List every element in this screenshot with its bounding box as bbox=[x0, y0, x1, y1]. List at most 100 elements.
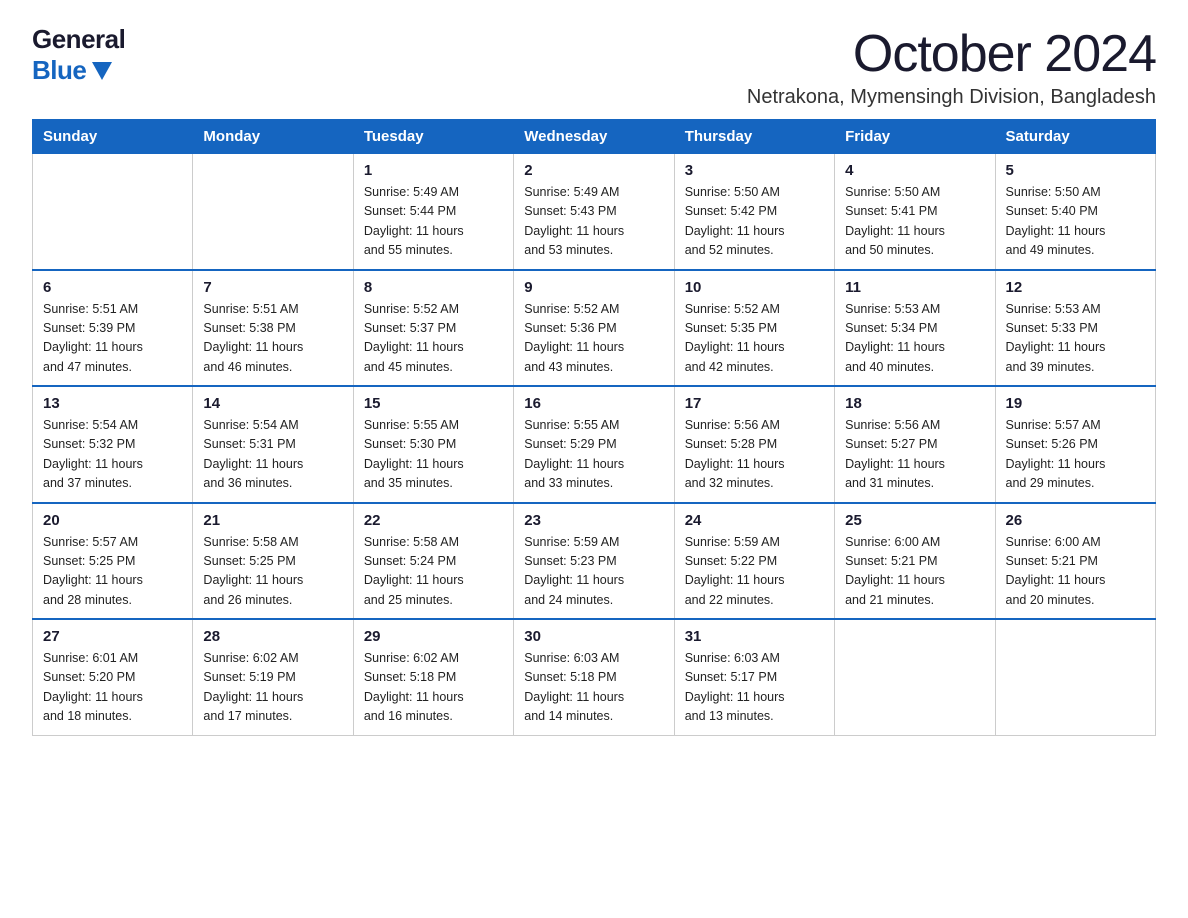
calendar-cell: 11 Sunrise: 5:53 AMSunset: 5:34 PMDayligh… bbox=[835, 270, 995, 387]
calendar-cell bbox=[835, 619, 995, 735]
day-number: 15 bbox=[364, 395, 503, 412]
day-number: 5 bbox=[1006, 162, 1145, 179]
day-number: 18 bbox=[845, 395, 984, 412]
day-info: Sunrise: 5:58 AMSunset: 5:25 PMDaylight:… bbox=[203, 533, 342, 611]
day-info: Sunrise: 6:02 AMSunset: 5:19 PMDaylight:… bbox=[203, 649, 342, 727]
day-info: Sunrise: 5:57 AMSunset: 5:25 PMDaylight:… bbox=[43, 533, 182, 611]
calendar-cell: 4Sunrise: 5:50 AMSunset: 5:41 PMDaylight… bbox=[835, 154, 995, 270]
day-number: 25 bbox=[845, 512, 984, 529]
day-number: 17 bbox=[685, 395, 824, 412]
day-info: Sunrise: 5:56 AMSunset: 5:28 PMDaylight:… bbox=[685, 416, 824, 494]
day-info: Sunrise: 5:54 AMSunset: 5:32 PMDaylight:… bbox=[43, 416, 182, 494]
day-number: 16 bbox=[524, 395, 663, 412]
day-number: 12 bbox=[1006, 279, 1145, 296]
weekday-header-thursday: Thursday bbox=[674, 120, 834, 154]
calendar-cell: 27 Sunrise: 6:01 AMSunset: 5:20 PMDayligh… bbox=[33, 619, 193, 735]
weekday-header-row: SundayMondayTuesdayWednesdayThursdayFrid… bbox=[33, 120, 1156, 154]
day-info: Sunrise: 5:54 AMSunset: 5:31 PMDaylight:… bbox=[203, 416, 342, 494]
day-info: Sunrise: 5:56 AMSunset: 5:27 PMDaylight:… bbox=[845, 416, 984, 494]
day-number: 27 bbox=[43, 628, 182, 645]
day-info: Sunrise: 5:53 AMSunset: 5:34 PMDaylight:… bbox=[845, 300, 984, 378]
week-row-2: 6 Sunrise: 5:51 AMSunset: 5:39 PMDaylight… bbox=[33, 270, 1156, 387]
weekday-header-wednesday: Wednesday bbox=[514, 120, 674, 154]
calendar-cell: 7Sunrise: 5:51 AMSunset: 5:38 PMDaylight… bbox=[193, 270, 353, 387]
calendar-cell: 8 Sunrise: 5:52 AMSunset: 5:37 PMDaylight… bbox=[353, 270, 513, 387]
day-number: 31 bbox=[685, 628, 824, 645]
day-info: Sunrise: 5:50 AMSunset: 5:40 PMDaylight:… bbox=[1006, 183, 1145, 261]
day-number: 6 bbox=[43, 279, 182, 296]
calendar-cell: 19 Sunrise: 5:57 AMSunset: 5:26 PMDayligh… bbox=[995, 386, 1155, 503]
calendar-cell: 14 Sunrise: 5:54 AMSunset: 5:31 PMDayligh… bbox=[193, 386, 353, 503]
calendar-cell: 17 Sunrise: 5:56 AMSunset: 5:28 PMDayligh… bbox=[674, 386, 834, 503]
day-info: Sunrise: 5:50 AMSunset: 5:42 PMDaylight:… bbox=[685, 183, 824, 261]
day-number: 19 bbox=[1006, 395, 1145, 412]
calendar-cell: 13 Sunrise: 5:54 AMSunset: 5:32 PMDayligh… bbox=[33, 386, 193, 503]
weekday-header-tuesday: Tuesday bbox=[353, 120, 513, 154]
page-header: General Blue October 2024 Netrakona, Mym… bbox=[32, 24, 1156, 109]
day-info: Sunrise: 5:52 AMSunset: 5:35 PMDaylight:… bbox=[685, 300, 824, 378]
day-number: 24 bbox=[685, 512, 824, 529]
title-block: October 2024 Netrakona, Mymensingh Divis… bbox=[747, 24, 1156, 109]
day-number: 8 bbox=[364, 279, 503, 296]
calendar-cell: 2Sunrise: 5:49 AMSunset: 5:43 PMDaylight… bbox=[514, 154, 674, 270]
month-title: October 2024 bbox=[747, 24, 1156, 84]
calendar-cell: 6 Sunrise: 5:51 AMSunset: 5:39 PMDaylight… bbox=[33, 270, 193, 387]
logo: General Blue bbox=[32, 24, 125, 86]
day-info: Sunrise: 5:59 AMSunset: 5:23 PMDaylight:… bbox=[524, 533, 663, 611]
day-number: 22 bbox=[364, 512, 503, 529]
day-number: 2 bbox=[524, 162, 663, 179]
calendar-cell: 30Sunrise: 6:03 AMSunset: 5:18 PMDayligh… bbox=[514, 619, 674, 735]
logo-blue-text: Blue bbox=[32, 55, 125, 86]
calendar-cell: 23Sunrise: 5:59 AMSunset: 5:23 PMDayligh… bbox=[514, 503, 674, 620]
day-number: 13 bbox=[43, 395, 182, 412]
day-info: Sunrise: 5:49 AMSunset: 5:44 PMDaylight:… bbox=[364, 183, 503, 261]
calendar-cell: 5 Sunrise: 5:50 AMSunset: 5:40 PMDaylight… bbox=[995, 154, 1155, 270]
calendar-cell: 12 Sunrise: 5:53 AMSunset: 5:33 PMDayligh… bbox=[995, 270, 1155, 387]
day-number: 11 bbox=[845, 279, 984, 296]
day-info: Sunrise: 5:52 AMSunset: 5:37 PMDaylight:… bbox=[364, 300, 503, 378]
day-info: Sunrise: 6:03 AMSunset: 5:17 PMDaylight:… bbox=[685, 649, 824, 727]
day-info: Sunrise: 5:57 AMSunset: 5:26 PMDaylight:… bbox=[1006, 416, 1145, 494]
calendar-cell: 1 Sunrise: 5:49 AMSunset: 5:44 PMDaylight… bbox=[353, 154, 513, 270]
calendar-cell: 28 Sunrise: 6:02 AMSunset: 5:19 PMDayligh… bbox=[193, 619, 353, 735]
day-number: 26 bbox=[1006, 512, 1145, 529]
day-info: Sunrise: 6:03 AMSunset: 5:18 PMDaylight:… bbox=[524, 649, 663, 727]
day-info: Sunrise: 5:53 AMSunset: 5:33 PMDaylight:… bbox=[1006, 300, 1145, 378]
calendar-cell: 3 Sunrise: 5:50 AMSunset: 5:42 PMDaylight… bbox=[674, 154, 834, 270]
week-row-5: 27 Sunrise: 6:01 AMSunset: 5:20 PMDayligh… bbox=[33, 619, 1156, 735]
calendar-cell: 25 Sunrise: 6:00 AMSunset: 5:21 PMDayligh… bbox=[835, 503, 995, 620]
day-number: 3 bbox=[685, 162, 824, 179]
calendar-cell: 21 Sunrise: 5:58 AMSunset: 5:25 PMDayligh… bbox=[193, 503, 353, 620]
calendar-cell: 26 Sunrise: 6:00 AMSunset: 5:21 PMDayligh… bbox=[995, 503, 1155, 620]
weekday-header-saturday: Saturday bbox=[995, 120, 1155, 154]
calendar-cell: 16 Sunrise: 5:55 AMSunset: 5:29 PMDayligh… bbox=[514, 386, 674, 503]
day-info: Sunrise: 5:51 AMSunset: 5:38 PMDaylight:… bbox=[203, 300, 342, 378]
week-row-1: 1 Sunrise: 5:49 AMSunset: 5:44 PMDaylight… bbox=[33, 154, 1156, 270]
day-info: Sunrise: 6:00 AMSunset: 5:21 PMDaylight:… bbox=[1006, 533, 1145, 611]
calendar-cell: 20 Sunrise: 5:57 AMSunset: 5:25 PMDayligh… bbox=[33, 503, 193, 620]
calendar-table: SundayMondayTuesdayWednesdayThursdayFrid… bbox=[32, 119, 1156, 736]
day-number: 10 bbox=[685, 279, 824, 296]
day-number: 21 bbox=[203, 512, 342, 529]
day-info: Sunrise: 6:00 AMSunset: 5:21 PMDaylight:… bbox=[845, 533, 984, 611]
day-number: 9 bbox=[524, 279, 663, 296]
logo-general-text: General bbox=[32, 24, 125, 55]
week-row-3: 13 Sunrise: 5:54 AMSunset: 5:32 PMDayligh… bbox=[33, 386, 1156, 503]
day-info: Sunrise: 5:58 AMSunset: 5:24 PMDaylight:… bbox=[364, 533, 503, 611]
calendar-cell bbox=[33, 154, 193, 270]
weekday-header-sunday: Sunday bbox=[33, 120, 193, 154]
calendar-cell: 15Sunrise: 5:55 AMSunset: 5:30 PMDayligh… bbox=[353, 386, 513, 503]
logo-triangle-icon bbox=[92, 62, 112, 80]
day-info: Sunrise: 6:01 AMSunset: 5:20 PMDaylight:… bbox=[43, 649, 182, 727]
day-number: 1 bbox=[364, 162, 503, 179]
day-info: Sunrise: 5:51 AMSunset: 5:39 PMDaylight:… bbox=[43, 300, 182, 378]
day-number: 20 bbox=[43, 512, 182, 529]
day-info: Sunrise: 5:55 AMSunset: 5:29 PMDaylight:… bbox=[524, 416, 663, 494]
day-number: 14 bbox=[203, 395, 342, 412]
location-title: Netrakona, Mymensingh Division, Banglade… bbox=[747, 86, 1156, 109]
weekday-header-friday: Friday bbox=[835, 120, 995, 154]
day-number: 28 bbox=[203, 628, 342, 645]
calendar-cell: 31 Sunrise: 6:03 AMSunset: 5:17 PMDayligh… bbox=[674, 619, 834, 735]
calendar-cell: 9Sunrise: 5:52 AMSunset: 5:36 PMDaylight… bbox=[514, 270, 674, 387]
day-info: Sunrise: 5:50 AMSunset: 5:41 PMDaylight:… bbox=[845, 183, 984, 261]
